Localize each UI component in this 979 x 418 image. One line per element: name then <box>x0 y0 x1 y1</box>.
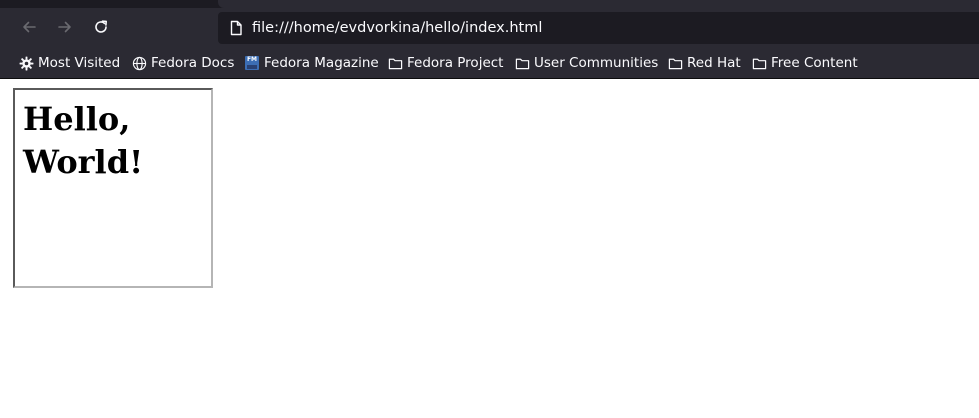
reload-icon <box>93 19 109 35</box>
bookmark-label: Fedora Magazine <box>264 55 379 71</box>
fedora-magazine-icon: FM <box>244 55 260 71</box>
globe-icon <box>131 55 147 71</box>
url-text[interactable]: file:///home/evdvorkina/hello/index.html <box>252 12 542 44</box>
arrow-left-icon <box>21 19 37 35</box>
hello-box: Hello, World! <box>13 88 213 288</box>
bookmark-user-communities[interactable]: User Communities <box>514 48 658 78</box>
folder-icon <box>667 55 683 71</box>
bookmark-label: Fedora Docs <box>151 55 235 71</box>
bookmark-fedora-project[interactable]: Fedora Project <box>387 48 503 78</box>
bookmark-label: User Communities <box>534 55 659 71</box>
bookmark-label: Free Content <box>771 55 858 71</box>
forward-button[interactable] <box>50 12 80 42</box>
arrow-right-icon <box>57 19 73 35</box>
page-viewport: Hello, World! <box>0 79 979 418</box>
bookmark-most-visited[interactable]: Most Visited <box>18 48 120 78</box>
page-icon[interactable] <box>228 20 244 40</box>
gear-icon <box>18 55 34 71</box>
folder-icon <box>387 55 403 71</box>
browser-window: file:///home/evdvorkina/hello/index.html <box>0 0 979 418</box>
bookmark-label: Red Hat <box>687 55 741 71</box>
tab-strip <box>0 0 979 8</box>
folder-icon <box>751 55 767 71</box>
bookmark-free-content[interactable]: Free Content <box>751 48 858 78</box>
page-heading: Hello, World! <box>23 98 203 184</box>
folder-icon <box>514 55 530 71</box>
back-button[interactable] <box>14 12 44 42</box>
bookmark-fedora-docs[interactable]: Fedora Docs <box>131 48 234 78</box>
url-bar[interactable]: file:///home/evdvorkina/hello/index.html <box>218 12 979 44</box>
heading-line-1: Hello, <box>23 100 131 138</box>
heading-line-2: World! <box>23 143 144 181</box>
bookmark-red-hat[interactable]: Red Hat <box>667 48 741 78</box>
bookmark-label: Fedora Project <box>407 55 504 71</box>
bookmarks-toolbar: Most Visited Fedora Docs FM Fedora Magaz… <box>0 48 979 79</box>
bookmark-fedora-magazine[interactable]: FM Fedora Magazine <box>244 48 379 78</box>
navigation-toolbar: file:///home/evdvorkina/hello/index.html <box>0 8 979 48</box>
reload-button[interactable] <box>86 12 116 42</box>
active-tab-edge[interactable] <box>218 0 979 8</box>
bookmark-label: Most Visited <box>38 55 121 71</box>
